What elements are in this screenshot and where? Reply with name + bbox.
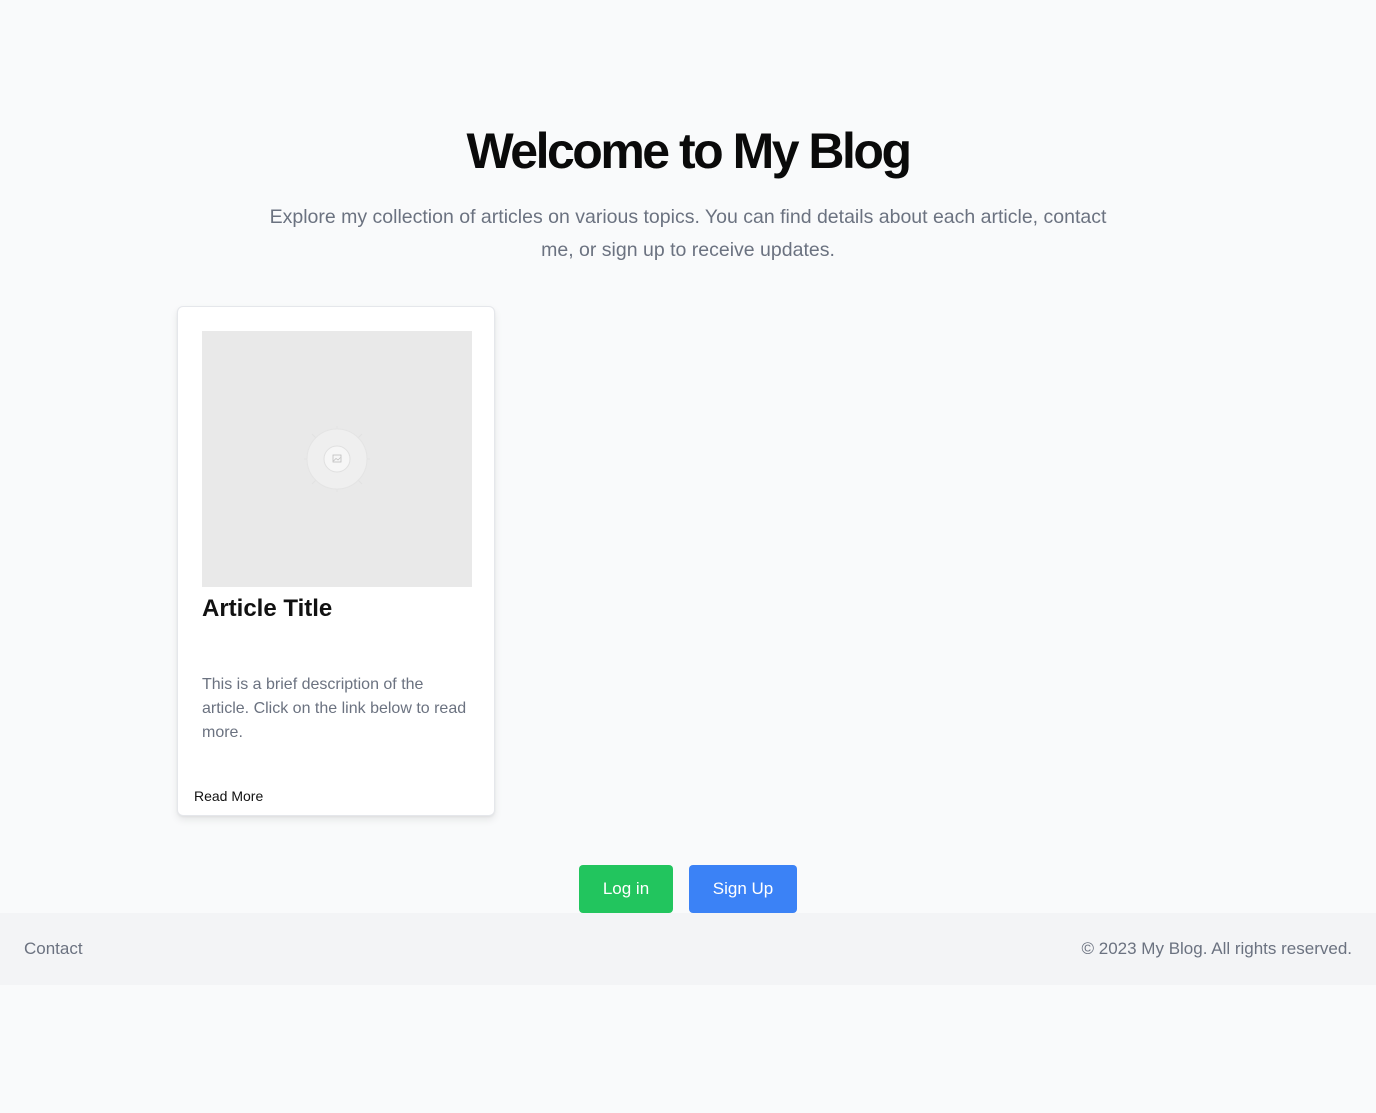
login-button[interactable]: Log in	[579, 865, 673, 913]
footer: Contact © 2023 My Blog. All rights reser…	[0, 913, 1376, 985]
image-placeholder-icon	[304, 426, 370, 492]
contact-link[interactable]: Contact	[24, 938, 83, 960]
hero-section: Welcome to My Blog Explore my collection…	[0, 118, 1376, 267]
article-title: Article Title	[202, 595, 333, 622]
page-title: Welcome to My Blog	[466, 123, 912, 179]
article-description: This is a brief description of the artic…	[202, 676, 467, 741]
read-more-link[interactable]: Read More	[194, 786, 263, 806]
article-card: Article Title This is a brief descriptio…	[177, 306, 495, 816]
article-image	[202, 331, 472, 587]
copyright-text: © 2023 My Blog. All rights reserved.	[1081, 939, 1352, 958]
page-subtitle: Explore my collection of articles on var…	[269, 206, 1107, 261]
signup-button[interactable]: Sign Up	[689, 865, 797, 913]
